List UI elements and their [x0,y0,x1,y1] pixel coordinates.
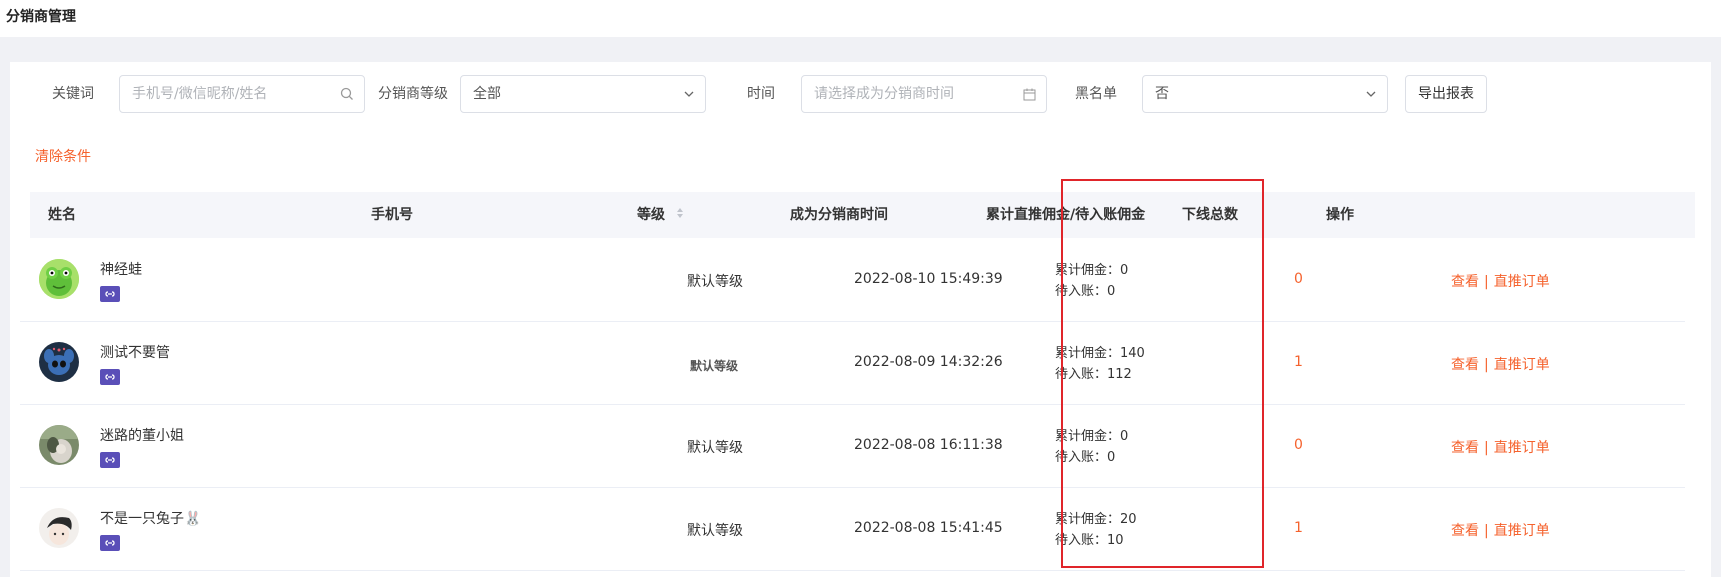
calendar-icon[interactable] [1023,76,1036,112]
user-name: 迷路的董小姐 [100,428,184,444]
level-value: 默认等级 [687,274,743,290]
mini-program-icon [100,535,120,551]
mini-program-icon [100,369,120,385]
level-value: 默认等级 [690,359,739,373]
mini-program-icon [100,286,120,302]
keyword-label: 关键词 [52,86,94,102]
table-row: 不是一只兔子🐰 默认等级 2022-08-08 15:41:45 累计佣金：20… [20,488,1685,571]
level-label: 分销商等级 [378,86,448,102]
commission-column-highlight [1061,179,1264,568]
join-time: 2022-08-08 16:11:38 [854,437,1003,453]
blacklist-select[interactable]: 否 [1142,75,1388,113]
table-row: 迷路的董小姐 默认等级 2022-08-08 16:11:38 累计佣金：0 待… [20,405,1685,488]
col-ops-header: 操作 [1326,207,1354,223]
col-time-header: 成为分销商时间 [790,207,888,223]
chevron-down-icon [1365,76,1377,112]
row-actions: 查看 | 直推订单 [1451,354,1550,374]
blacklist-select-value: 否 [1155,86,1169,102]
join-time: 2022-08-09 14:32:26 [854,354,1003,370]
keyword-search-input[interactable]: 手机号/微信昵称/姓名 [119,75,365,113]
time-label: 时间 [747,86,775,102]
table-row: 神经蛙 默认等级 2022-08-10 15:49:39 累计佣金：0 待入账：… [20,239,1685,322]
action-separator: | [1484,357,1489,373]
top-bar: 分销商管理 [0,0,1721,37]
direct-orders-link[interactable]: 直推订单 [1494,357,1550,373]
user-name: 神经蛙 [100,262,142,278]
row-actions: 查看 | 直推订单 [1451,271,1550,291]
action-separator: | [1484,523,1489,539]
direct-orders-link[interactable]: 直推订单 [1494,274,1550,290]
view-link[interactable]: 查看 [1451,274,1479,290]
page-title: 分销商管理 [6,9,76,25]
direct-orders-link[interactable]: 直推订单 [1494,440,1550,456]
downline-count[interactable]: 1 [1294,354,1303,370]
view-link[interactable]: 查看 [1451,523,1479,539]
user-name: 不是一只兔子🐰 [100,511,202,527]
search-icon[interactable] [340,76,354,112]
level-value: 默认等级 [687,440,743,456]
chevron-down-icon [683,76,695,112]
export-report-button[interactable]: 导出报表 [1405,75,1487,113]
downline-count[interactable]: 0 [1294,271,1303,287]
sort-icon[interactable] [676,192,684,238]
table-row: 测试不要管 默认等级 2022-08-09 14:32:26 累计佣金：140 … [20,322,1685,405]
avatar [39,342,79,382]
user-name: 测试不要管 [100,345,170,361]
avatar [39,259,79,299]
downline-count[interactable]: 1 [1294,520,1303,536]
mini-program-icon [100,452,120,468]
col-phone-header: 手机号 [371,207,413,223]
col-name-header: 姓名 [48,207,76,223]
level-select[interactable]: 全部 [460,75,706,113]
join-time: 2022-08-08 15:41:45 [854,520,1003,536]
row-actions: 查看 | 直推订单 [1451,437,1550,457]
action-separator: | [1484,274,1489,290]
downline-count[interactable]: 0 [1294,437,1303,453]
blacklist-label: 黑名单 [1075,86,1117,102]
view-link[interactable]: 查看 [1451,440,1479,456]
avatar [39,508,79,548]
table-header: 姓名 手机号 等级 成为分销商时间 累计直推佣金/待入账佣金 下线总数 操作 [30,192,1695,238]
col-level-label: 等级 [637,207,665,223]
clear-conditions-link[interactable]: 清除条件 [35,146,91,166]
time-placeholder: 请选择成为分销商时间 [814,86,954,102]
direct-orders-link[interactable]: 直推订单 [1494,523,1550,539]
join-time: 2022-08-10 15:49:39 [854,271,1003,287]
time-picker-input[interactable]: 请选择成为分销商时间 [801,75,1047,113]
keyword-placeholder: 手机号/微信昵称/姓名 [132,86,268,102]
level-select-value: 全部 [473,86,501,102]
avatar [39,425,79,465]
row-actions: 查看 | 直推订单 [1451,520,1550,540]
action-separator: | [1484,440,1489,456]
level-value: 默认等级 [687,523,743,539]
view-link[interactable]: 查看 [1451,357,1479,373]
col-level-header[interactable]: 等级 [637,192,684,238]
